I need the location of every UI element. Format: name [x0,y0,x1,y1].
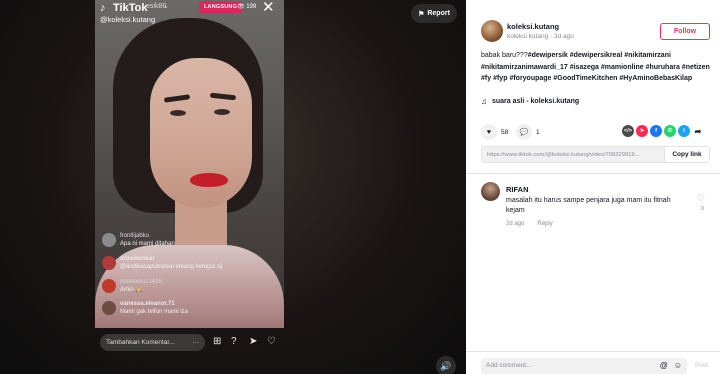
video-subject-face [150,58,252,208]
heart-icon[interactable]: ♥ [481,124,497,140]
live-comment: shzeldenkar @andikasaputrareal emang ken… [102,255,223,271]
hashtag[interactable]: #mamionline [601,64,644,71]
tiktok-note-icon: ♪ [100,2,106,14]
author-name[interactable]: koleksi.kutang [507,22,559,31]
live-comment-avatar [102,301,116,315]
comment-meta: 2d ago Reply [506,221,553,227]
facebook-icon[interactable]: f [650,125,662,137]
live-comment-message: Apa ni mami ditahan [120,241,175,247]
live-comment: frontlijabku Apa ni mami ditahan [102,232,175,248]
comment-time: 2d ago [506,221,525,227]
live-comment-avatar [102,279,116,293]
share-arrow-icon[interactable]: ➦ [692,125,704,137]
send-to-friends-icon[interactable]: ➤ [636,125,648,137]
live-comment: vanessa.eleanor.71 Mami gak telfon mami … [102,300,188,316]
author-avatar[interactable] [481,20,503,42]
hashtag[interactable]: #HyAminoBebasKilap [619,75,692,82]
share-icons-row: </> ➤ f ✆ t ➦ [622,125,704,137]
right-eye [214,109,230,115]
flag-icon: ⚑ [418,10,425,18]
hashtag[interactable]: #huruhara [646,64,680,71]
live-comment-user: shzeldenkar [120,256,155,262]
video-caption: babak baru???#dewipersik #dewipersikreal… [481,50,711,85]
mention-icon[interactable]: @ [660,358,668,374]
live-comment-avatar [102,233,116,247]
music-link[interactable]: ♫ suara asli - koleksi.kutang [481,97,579,106]
hashtag[interactable]: #foryoupage [509,75,551,82]
live-badge: LANGSUNG [199,1,243,13]
copy-link-button[interactable]: Copy link [664,147,709,162]
video-info-panel: koleksi.kutang koleksi.kutang · 3d ago F… [466,0,720,374]
comment-like-count: 0 [701,206,705,212]
left-eye [170,110,186,116]
live-comment-user: vanessa.eleanor.71 [120,301,175,307]
video-watermark-handle: @koleksi.kutang [100,15,156,24]
post-button[interactable]: Post [695,358,708,374]
emoji-icon[interactable]: ☺ [674,358,682,374]
heart-icon[interactable]: ♡ [267,336,276,347]
close-live-icon[interactable]: ✕ [262,0,275,16]
hashtag[interactable]: #netizen [682,64,710,71]
comment-bubble-icon[interactable]: 💬 [516,124,532,140]
hashtag[interactable]: #GoodTimeKitchen [553,75,617,82]
report-button[interactable]: ⚑ Report [411,4,457,23]
embed-icon[interactable]: </> [622,125,634,137]
live-comment-message: Mami gak telfon mami iza [120,309,189,315]
live-comment-user: frontlijabku [120,233,150,239]
add-comment-placeholder: Add comment... [486,362,532,369]
video-player[interactable]: ♪ TikTok esik86 ⌄ @koleksi.kutang LANGSU… [0,0,466,374]
tiktok-wordmark: TikTok [113,2,148,14]
comment-count: 1 [536,128,540,136]
hashtag[interactable]: #fyp [493,75,507,82]
comment-like-heart-icon[interactable]: ♡ [697,193,705,204]
add-comment-input[interactable]: Add comment... @ ☺ [481,358,687,374]
caption-text: babak baru??? [481,52,528,59]
live-comment-message: @andikasaputrareal emang kenapa sij [120,264,223,270]
right-brow [209,92,237,101]
video-url[interactable]: https://www.tiktok.com/@koleksi.kutang/v… [482,152,664,158]
comment-text: masalah itu harus sampe penjara juga mam… [506,197,671,214]
live-comment-message: Amin 🙏 [120,287,143,293]
whatsapp-icon[interactable]: ✆ [664,125,676,137]
commenter-avatar[interactable] [481,182,500,201]
tiktok-logo: ♪ TikTok [100,2,147,14]
volume-button[interactable]: 🔊 [436,356,456,374]
hashtag[interactable]: #nikitamirzani [624,52,671,59]
reply-button[interactable]: Reply [537,221,552,227]
viewer-count: 👁 199 [237,3,256,10]
add-gift-icon[interactable]: ⊞ [213,336,221,347]
hashtag[interactable]: #dewipersikreal [570,52,623,59]
divider [466,173,720,174]
more-options-icon[interactable]: ··· [193,334,200,351]
commenter-name[interactable]: RIFAN [506,185,529,194]
twitter-icon[interactable]: t [678,125,690,137]
left-brow [163,94,191,103]
live-comment-user: romeocruz1415 [120,279,162,285]
live-comment-placeholder: Tambahkan Komentar... [106,339,175,346]
live-comment-input[interactable]: Tambahkan Komentar... ··· [100,334,205,351]
follow-button[interactable]: Follow [660,23,710,40]
hashtag[interactable]: #dewipersik [528,52,568,59]
hashtag[interactable]: #fy [481,75,491,82]
viewer-icon: 👁 [237,4,245,10]
viewer-count-value: 199 [246,4,257,10]
like-stat[interactable]: ♥ 58 [481,124,508,140]
question-icon[interactable]: ? [231,336,237,347]
author-subtitle: koleksi.kutang · 3d ago [507,33,574,40]
video-link-box: https://www.tiktok.com/@koleksi.kutang/v… [481,146,710,163]
live-comment: romeocruz1415 Amin 🙏 [102,278,162,294]
hashtag[interactable]: #nikitamirzanimawardi_17 [481,64,568,71]
add-comment-bar: Add comment... @ ☺ Post [466,351,720,374]
chevron-down-icon[interactable]: ⌄ [163,2,169,10]
send-icon[interactable]: ➤ [249,336,257,347]
hashtag[interactable]: #isazega [570,64,599,71]
comment-stat[interactable]: 💬 1 [516,124,540,140]
live-comment-avatar [102,256,116,270]
speaker-icon: 🔊 [440,360,452,371]
like-count: 58 [501,128,509,136]
lips [190,173,228,187]
music-title: suara asli - koleksi.kutang [492,98,580,105]
report-label: Report [427,10,450,17]
music-note-icon: ♫ [481,97,487,106]
